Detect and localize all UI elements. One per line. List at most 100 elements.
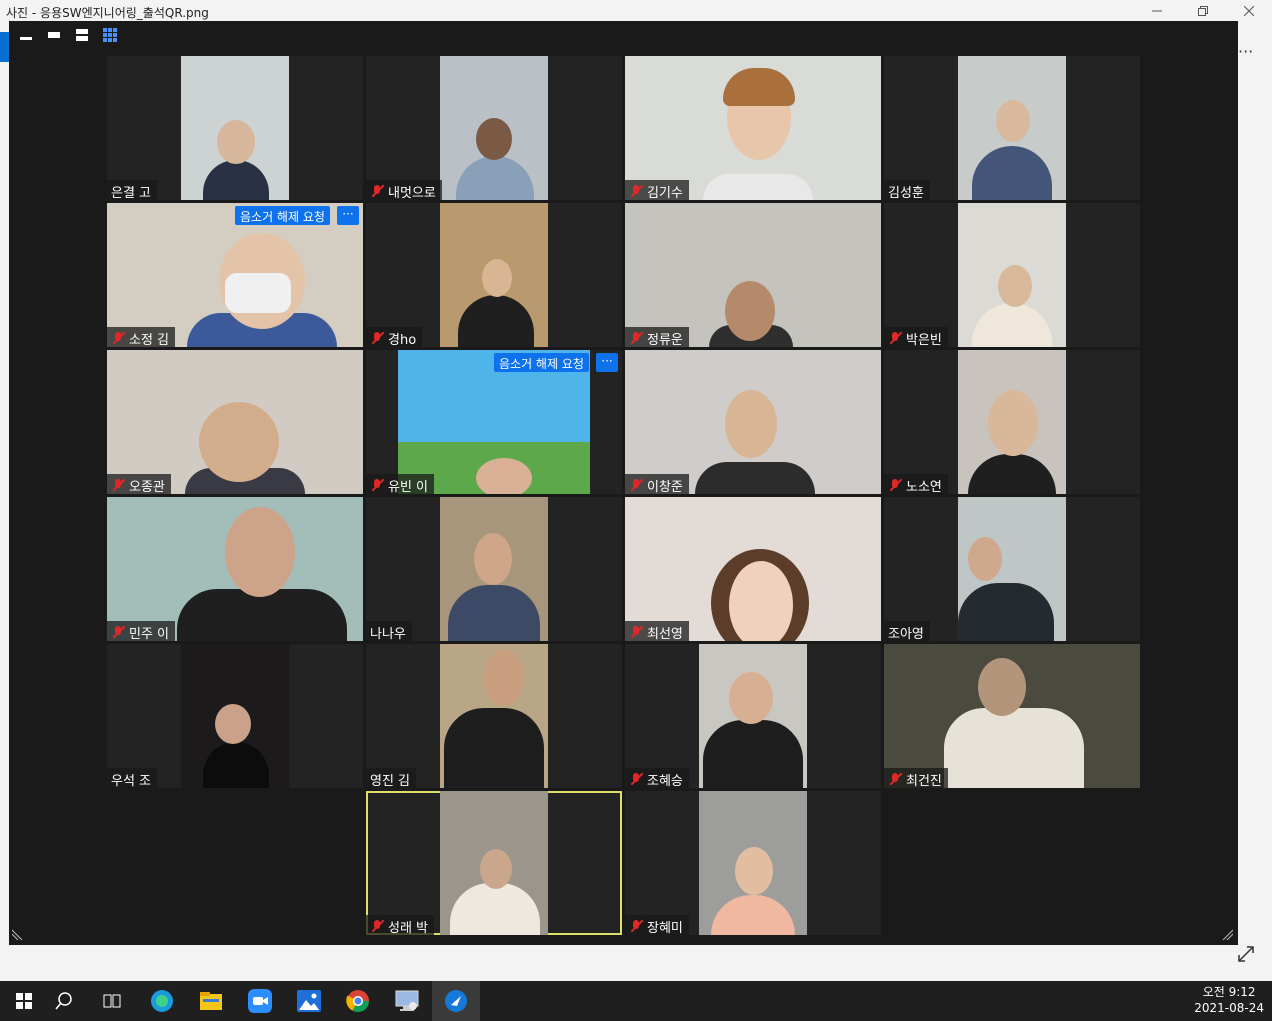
participant-video [181,56,289,200]
participant-tile[interactable]: 오종관 [107,350,363,494]
mic-muted-icon [629,478,643,492]
participant-name: 소정 김 [129,332,170,348]
zoom-app[interactable] [236,981,284,1021]
resize-grip-icon[interactable] [1221,928,1235,942]
participant-tile[interactable]: 최건진 [884,644,1140,788]
media-app[interactable] [432,981,480,1021]
participant-more-button[interactable]: ··· [596,353,618,372]
more-options-button[interactable]: ··· [1238,42,1253,61]
participant-tile[interactable]: 내멋으로 [366,56,622,200]
participant-tile[interactable]: 우석 조 [107,644,363,788]
fullscreen-icon[interactable] [1236,944,1256,969]
participant-name: 민주 이 [129,626,170,642]
resize-grip-icon[interactable] [11,928,26,942]
participant-video [625,350,881,494]
participant-video [440,497,548,641]
unmute-request-badge[interactable]: 음소거 해제 요청 [235,206,330,225]
participant-name-tag: 정류운 [625,327,689,347]
participant-tile[interactable]: 나나우 [366,497,622,641]
search-icon [55,992,72,1010]
participant-name-tag: 민주 이 [107,621,176,642]
participant-tile[interactable]: 조아영 [884,497,1140,641]
gallery-view-button[interactable] [99,24,121,46]
participant-video [107,350,363,494]
mic-muted-icon [111,625,125,639]
participant-tile[interactable]: 박은빈 [884,203,1140,347]
mic-muted-icon [888,478,902,492]
photos-app[interactable] [285,981,333,1021]
participant-video [699,791,807,935]
file-explorer-app[interactable] [187,981,235,1021]
participant-tile[interactable]: 노소연 [884,350,1140,494]
mic-muted-icon [629,919,643,933]
mic-muted-icon [370,478,384,492]
participant-tile[interactable]: 이창준 [625,350,881,494]
mic-muted-icon [629,331,643,345]
participant-tile[interactable]: 김성훈 [884,56,1140,200]
participant-name: 최선영 [647,626,683,642]
participant-tile[interactable]: 김기수 [625,56,881,200]
participant-name-tag: 장혜미 [625,915,689,935]
mic-muted-icon [370,184,384,198]
edge-app[interactable] [138,981,186,1021]
chrome-icon [346,990,369,1012]
participant-tile[interactable]: 음소거 해제 요청 ··· 유빈 이 [366,350,622,494]
photos-icon [297,990,321,1012]
participant-tile[interactable]: 영진 김 [366,644,622,788]
participant-tile[interactable]: 민주 이 [107,497,363,641]
participant-name-tag: 은결 고 [107,180,158,200]
search-button[interactable] [40,981,88,1021]
participant-name-tag: 김기수 [625,180,689,200]
speaker-view-button[interactable] [71,24,93,46]
minimize-button[interactable] [1134,0,1180,22]
participant-tile[interactable]: 은결 고 [107,56,363,200]
participant-video [958,56,1066,200]
restore-icon [1198,6,1208,16]
taskbar-clock[interactable]: 오전 9:12 2021-08-24 [1194,984,1264,1016]
participant-tile[interactable]: 정류운 [625,203,881,347]
participant-name-tag: 소정 김 [107,327,176,348]
mic-muted-icon [629,184,643,198]
participant-tile[interactable]: 조혜승 [625,644,881,788]
participant-name: 김기수 [647,185,683,201]
mic-muted-icon [111,331,125,345]
photos-title-bar: 사진 - 응용SW엔지니어링_출석QR.png [0,0,1272,22]
participant-name-tag: 최선영 [625,621,689,641]
remote-desktop-icon [395,990,419,1011]
participant-tile-active-speaker[interactable]: 성래 박 [366,791,622,935]
participant-name-tag: 영진 김 [366,768,417,789]
task-view-button[interactable] [88,981,136,1021]
unmute-request-badge[interactable]: 음소거 해제 요청 [494,353,589,372]
close-button[interactable] [1226,0,1272,22]
remote-desktop-app[interactable] [383,981,431,1021]
restore-button[interactable] [1180,0,1226,22]
chrome-app[interactable] [334,981,382,1021]
close-icon [1244,6,1254,16]
participant-video [625,497,881,641]
participant-name-tag: 노소연 [884,474,948,494]
participant-name: 영진 김 [370,773,411,789]
participant-tile[interactable]: 경ho [366,203,622,347]
strip-view-button[interactable] [43,24,65,46]
participant-video [440,56,548,200]
minimize-icon [1152,10,1162,12]
participant-tile[interactable]: 최선영 [625,497,881,641]
participant-name-tag: 최건진 [884,768,948,788]
participant-name: 오종관 [129,479,165,495]
minimize-view-icon [20,37,32,40]
participant-more-button[interactable]: ··· [337,206,359,225]
mic-muted-icon [888,331,902,345]
participant-name: 성래 박 [388,920,429,936]
participant-name-tag: 김성훈 [884,180,930,200]
participant-name: 장혜미 [647,920,683,936]
participant-tile[interactable]: 음소거 해제 요청 ··· 소정 김 [107,203,363,347]
participant-name: 나나우 [370,626,406,642]
participant-name-tag: 성래 박 [366,915,435,936]
participant-name-tag: 경ho [366,327,423,347]
minimize-view-button[interactable] [15,24,37,46]
participant-tile[interactable]: 장혜미 [625,791,881,935]
mic-muted-icon [629,772,643,786]
mic-muted-icon [629,625,643,639]
clock-time: 오전 9:12 [1202,985,1256,999]
participant-name: 이창준 [647,479,683,495]
